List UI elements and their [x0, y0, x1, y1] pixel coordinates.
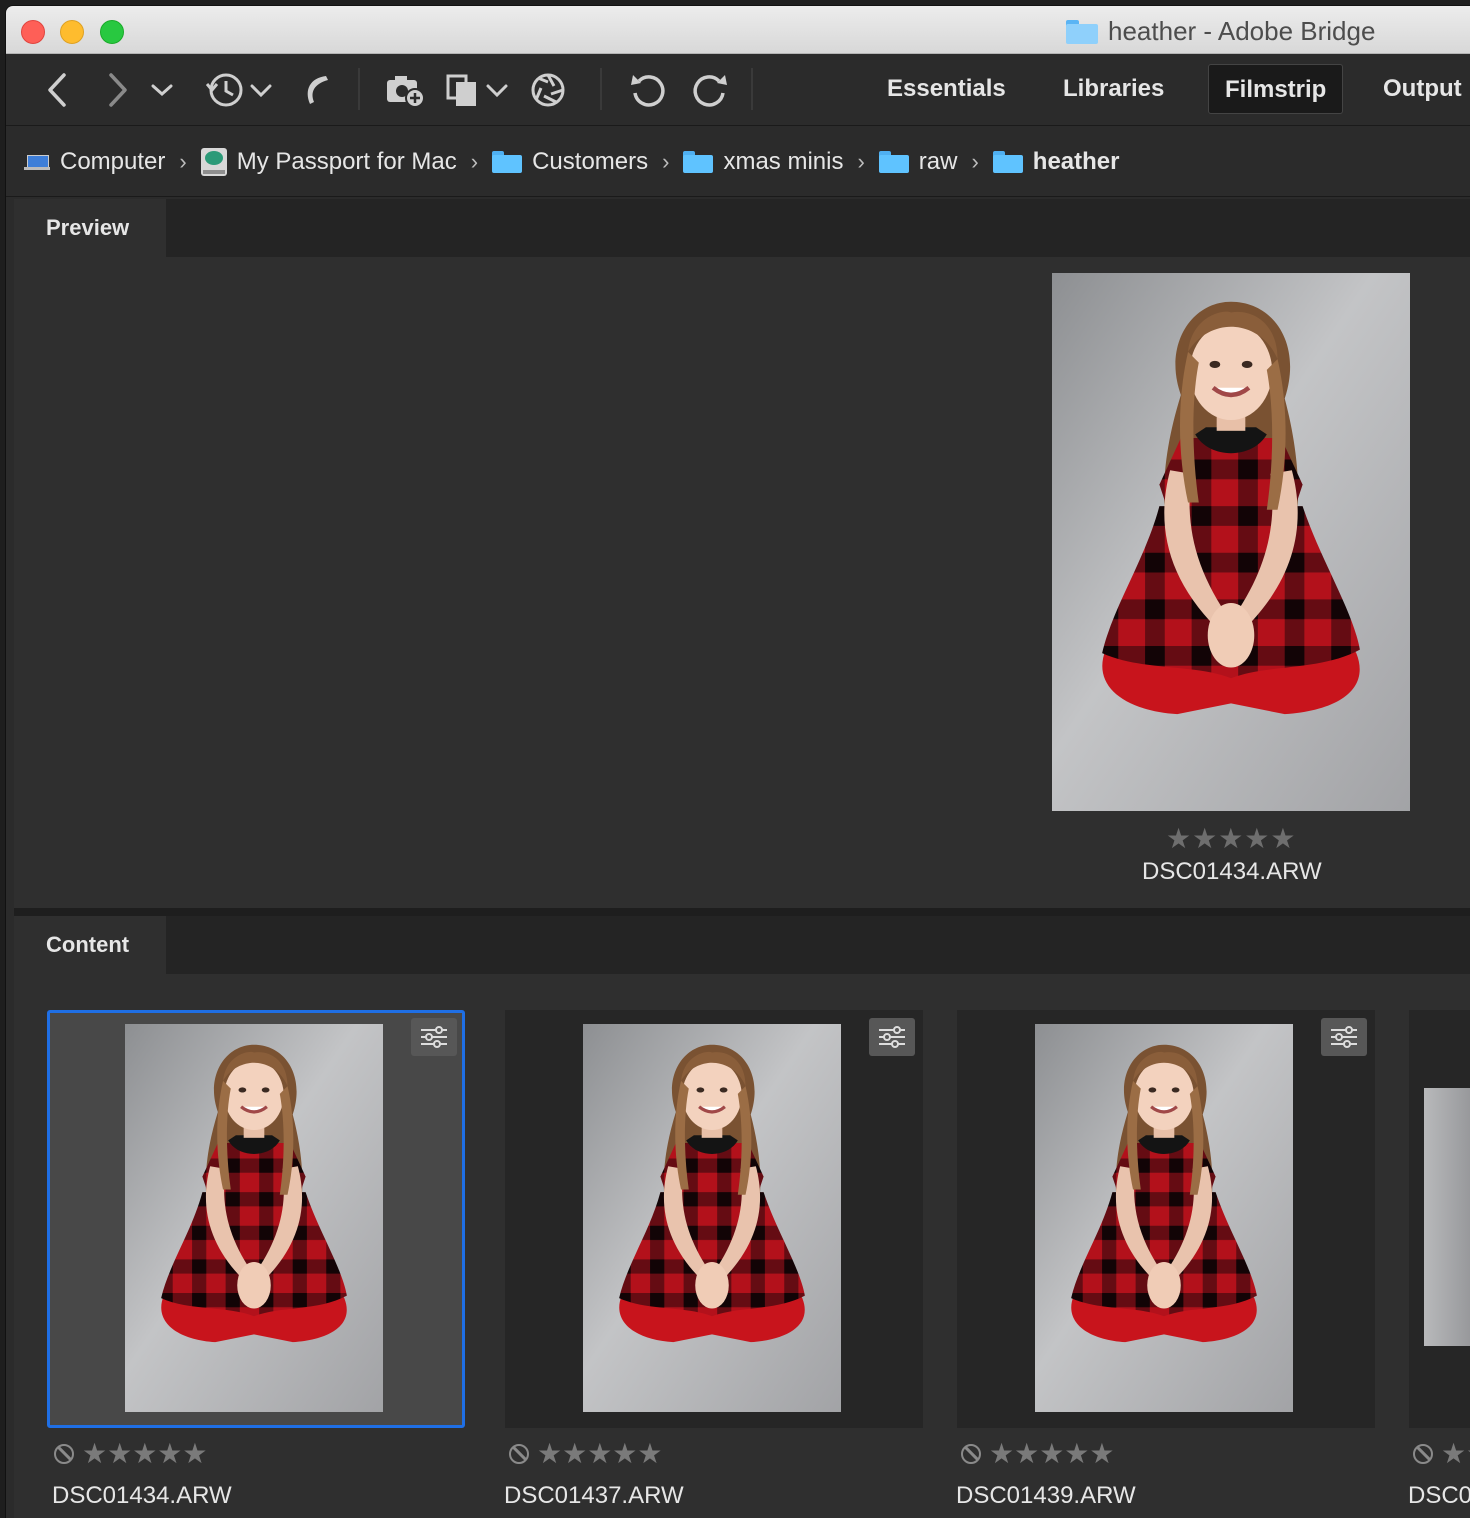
breadcrumb-raw[interactable]: raw — [878, 147, 958, 176]
toolbar-separator — [600, 68, 602, 110]
content-panel: ★★★★★ DSC01434.ARW ★★★★★ DSC01437.ARW ★★… — [14, 974, 1470, 1518]
breadcrumb-label: raw — [918, 147, 958, 175]
chevron-down-icon[interactable] — [149, 68, 175, 112]
reject-icon[interactable] — [961, 1444, 981, 1464]
reject-icon[interactable] — [1413, 1444, 1433, 1464]
workspace-output-tab[interactable]: Output — [1367, 64, 1470, 114]
thumbnail-rating[interactable]: ★★★★★ — [54, 1440, 208, 1468]
window-title-text: heather - Adobe Bridge — [1108, 16, 1376, 46]
thumbnail-card[interactable] — [505, 1010, 923, 1428]
star-rating[interactable]: ★★★★★ — [537, 1440, 663, 1468]
thumbnail-card[interactable] — [957, 1010, 1375, 1428]
thumbnail-image[interactable] — [1424, 1088, 1470, 1346]
preview-panel-header: Preview — [14, 199, 1470, 257]
app-window: heather - Adobe Bridge Essentials Librar… — [5, 5, 1470, 1518]
breadcrumb-label: My Passport for Mac — [236, 147, 457, 175]
thumbnail-rating[interactable]: ★★★★★ — [961, 1440, 1115, 1468]
toolbar: Essentials Libraries Filmstrip Output — [6, 54, 1470, 126]
close-window-button[interactable] — [21, 20, 45, 44]
reject-icon[interactable] — [54, 1444, 74, 1464]
adjustments-icon[interactable] — [411, 1018, 457, 1056]
reject-icon[interactable] — [509, 1444, 529, 1464]
thumbnail-card[interactable] — [47, 1010, 465, 1428]
thumbnail-image[interactable] — [125, 1024, 383, 1412]
path-bar: Computer › My Passport for Mac › Custome… — [6, 127, 1470, 197]
chevron-right-icon[interactable]: › — [971, 149, 978, 175]
preview-image[interactable] — [1052, 273, 1410, 811]
thumbnail-rating[interactable]: ★★ — [1413, 1440, 1470, 1468]
thumbnail-filename: DSC01439.ARW — [956, 1482, 1136, 1509]
thumbnail-rating[interactable]: ★★★★★ — [509, 1440, 663, 1468]
tab-preview[interactable]: Preview — [14, 199, 166, 257]
thumbnail-filename: DSC01434.ARW — [52, 1482, 232, 1509]
breadcrumb-label: Computer — [60, 147, 166, 175]
chevron-right-icon[interactable]: › — [471, 149, 478, 175]
folder-icon — [683, 150, 714, 173]
breadcrumb-computer[interactable]: Computer — [24, 148, 165, 176]
breadcrumb-label: heather — [1032, 147, 1120, 175]
chevron-right-icon[interactable]: › — [857, 149, 864, 175]
preview-panel: ★★★★★ DSC01434.ARW — [14, 257, 1470, 908]
camera-raw-icon[interactable] — [528, 68, 568, 112]
camera-import-icon[interactable] — [384, 68, 426, 112]
chevron-right-icon[interactable]: › — [662, 149, 669, 175]
breadcrumb-heather[interactable]: heather — [992, 147, 1120, 176]
thumbnail-filename: DSC0 — [1408, 1482, 1470, 1509]
tab-content[interactable]: Content — [14, 916, 166, 974]
back-arrow-icon[interactable] — [40, 68, 74, 112]
refine-copy-icon[interactable] — [444, 68, 514, 112]
thumbnail-image[interactable] — [583, 1024, 841, 1412]
breadcrumb-my-passport[interactable]: My Passport for Mac — [200, 147, 457, 176]
star-rating[interactable]: ★★★★★ — [82, 1440, 208, 1468]
breadcrumb-xmas-minis[interactable]: xmas minis — [683, 148, 843, 176]
rotate-right-icon[interactable] — [690, 68, 730, 112]
title-bar: heather - Adobe Bridge — [6, 6, 1470, 54]
thumbnail-card[interactable] — [1409, 1010, 1470, 1428]
star-rating[interactable]: ★★ — [1441, 1440, 1470, 1468]
toolbar-separator — [751, 68, 753, 110]
forward-arrow-icon[interactable] — [101, 68, 135, 112]
workspace-filmstrip-tab[interactable]: Filmstrip — [1208, 64, 1344, 114]
window-title: heather - Adobe Bridge — [1066, 16, 1375, 47]
rotate-left-icon[interactable] — [628, 68, 668, 112]
folder-icon — [1066, 19, 1098, 44]
folder-icon — [992, 150, 1023, 173]
folder-icon — [878, 150, 909, 173]
preview-star-rating[interactable]: ★★★★★ — [1166, 822, 1297, 855]
thumbnail-image[interactable] — [1035, 1024, 1293, 1412]
adjustments-icon[interactable] — [869, 1018, 915, 1056]
star-rating[interactable]: ★★★★★ — [989, 1440, 1115, 1468]
drive-icon — [200, 147, 227, 176]
workspace-libraries-tab[interactable]: Libraries — [1047, 64, 1180, 114]
panel-divider[interactable] — [14, 908, 1470, 916]
preview-filename: DSC01434.ARW — [1142, 858, 1322, 885]
minimize-window-button[interactable] — [60, 20, 84, 44]
chevron-right-icon[interactable]: › — [179, 149, 186, 175]
breadcrumb-label: Customers — [532, 147, 649, 175]
content-panel-header: Content — [14, 916, 1470, 974]
zoom-window-button[interactable] — [100, 20, 124, 44]
toolbar-separator — [358, 68, 360, 110]
breadcrumb-label: xmas minis — [723, 147, 844, 175]
folder-icon — [492, 150, 523, 173]
workspace-essentials-tab[interactable]: Essentials — [871, 64, 1022, 114]
breadcrumb-customers[interactable]: Customers — [492, 148, 648, 176]
boomerang-icon[interactable] — [298, 68, 334, 112]
recent-history-icon[interactable] — [206, 68, 276, 112]
adjustments-icon[interactable] — [1321, 1018, 1367, 1056]
computer-icon — [24, 153, 50, 171]
thumbnail-filename: DSC01437.ARW — [504, 1482, 684, 1509]
